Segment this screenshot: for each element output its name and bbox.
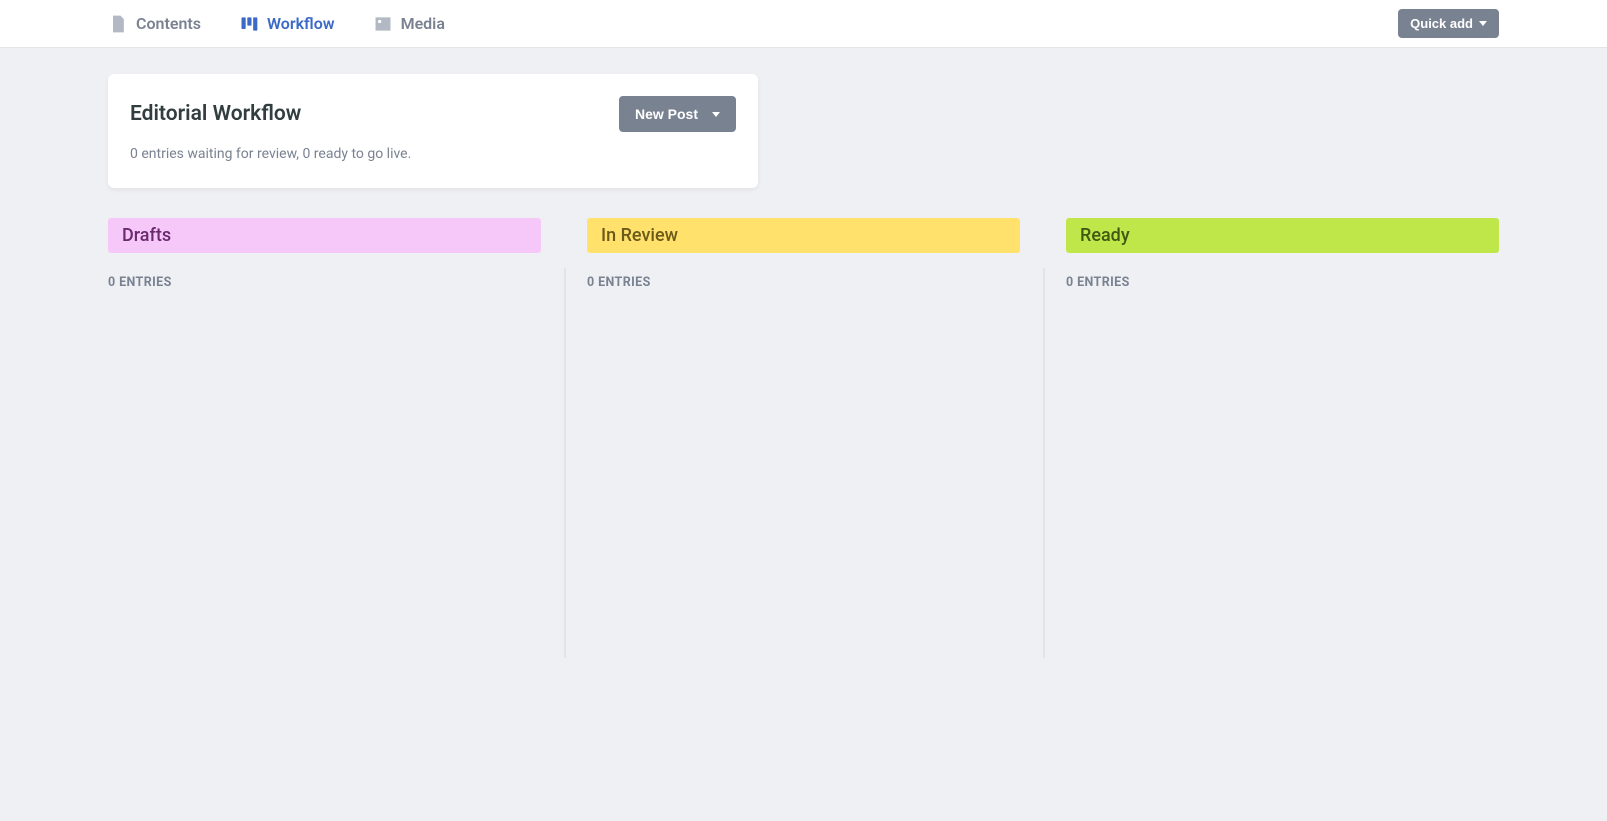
chevron-down-icon — [712, 112, 720, 117]
nav-tab-workflow[interactable]: Workflow — [239, 14, 335, 34]
quick-add-button[interactable]: Quick add — [1398, 9, 1499, 38]
nav-tab-label: Contents — [136, 14, 201, 33]
column-header-drafts: Drafts — [108, 218, 541, 253]
workflow-board: Drafts 0 ENTRIES In Review 0 ENTRIES Rea… — [108, 218, 1499, 290]
chevron-down-icon — [1479, 21, 1487, 26]
column-ready: Ready 0 ENTRIES — [1066, 218, 1499, 290]
page-title: Editorial Workflow — [130, 102, 301, 126]
column-in-review: In Review 0 ENTRIES — [587, 218, 1020, 290]
document-icon — [108, 14, 128, 34]
top-bar: Contents Workflow Media Quick add — [0, 0, 1607, 48]
new-post-button[interactable]: New Post — [619, 96, 736, 132]
image-icon — [373, 14, 393, 34]
nav-tab-label: Media — [401, 14, 445, 33]
column-header-ready: Ready — [1066, 218, 1499, 253]
nav-tab-media[interactable]: Media — [373, 14, 445, 34]
workflow-summary: 0 entries waiting for review, 0 ready to… — [130, 146, 736, 162]
column-count-in-review: 0 ENTRIES — [587, 275, 1020, 290]
nav-tab-contents[interactable]: Contents — [108, 14, 201, 34]
new-post-label: New Post — [635, 106, 698, 122]
column-drafts: Drafts 0 ENTRIES — [108, 218, 541, 290]
kanban-icon — [239, 14, 259, 34]
nav-tabs: Contents Workflow Media — [108, 14, 445, 34]
nav-tab-label: Workflow — [267, 14, 335, 33]
column-count-ready: 0 ENTRIES — [1066, 275, 1499, 290]
main-content: Editorial Workflow New Post 0 entries wa… — [0, 48, 1607, 290]
workflow-card: Editorial Workflow New Post 0 entries wa… — [108, 74, 758, 188]
quick-add-label: Quick add — [1410, 16, 1473, 31]
column-count-drafts: 0 ENTRIES — [108, 275, 541, 290]
column-header-in-review: In Review — [587, 218, 1020, 253]
workflow-card-header: Editorial Workflow New Post — [130, 96, 736, 132]
